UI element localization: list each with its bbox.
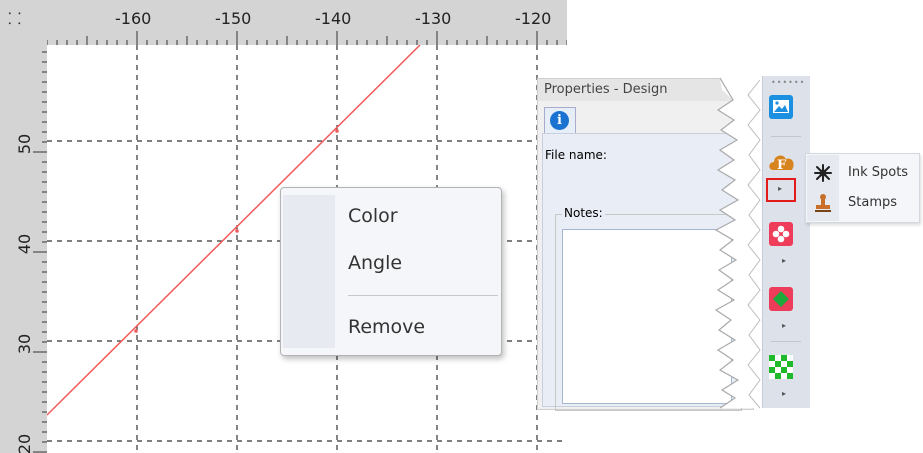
snap-cursor-icon[interactable]: ⸬ bbox=[8, 7, 21, 29]
menu-item-color[interactable]: Color bbox=[348, 205, 398, 227]
expand-arrow-button[interactable]: ▸ bbox=[782, 389, 786, 398]
menu-item-angle[interactable]: Angle bbox=[348, 252, 402, 274]
expand-arrow-button[interactable]: ▸ bbox=[782, 256, 786, 265]
expand-arrow-button-selected[interactable]: ▸ bbox=[766, 178, 796, 202]
guide-intersection-dot bbox=[235, 229, 239, 233]
panel-title: Properties - Design bbox=[544, 82, 668, 97]
menu-separator bbox=[348, 295, 498, 296]
svg-text:F: F bbox=[777, 158, 787, 173]
ruler-label: 20 bbox=[15, 434, 34, 453]
red-flower-icon[interactable] bbox=[768, 221, 794, 247]
ruler-corner[interactable]: ⸬ bbox=[0, 0, 47, 45]
properties-panel: Properties - Design ✕ i File name: Notes… bbox=[537, 78, 754, 411]
ruler-label: 50 bbox=[15, 134, 34, 154]
expand-arrow-button[interactable]: ▸ bbox=[782, 321, 786, 330]
ruler-label: 40 bbox=[15, 234, 34, 254]
toolbar-separator bbox=[771, 341, 801, 342]
toolbar-flyout-menu: Ink Spots Stamps bbox=[805, 153, 920, 223]
properties-title-bar[interactable]: Properties - Design ✕ bbox=[538, 79, 753, 101]
context-menu-gutter bbox=[283, 195, 335, 348]
menu-item-remove[interactable]: Remove bbox=[348, 316, 425, 338]
ruler-label: 30 bbox=[15, 334, 34, 354]
guide-intersection-dot bbox=[134, 329, 138, 333]
ruler-label: -140 bbox=[315, 9, 351, 28]
notes-textarea[interactable] bbox=[562, 229, 732, 404]
close-icon[interactable]: ✕ bbox=[738, 79, 750, 95]
tab-info[interactable]: i bbox=[544, 107, 576, 134]
ink-spots-icon bbox=[814, 164, 832, 182]
horizontal-ruler[interactable]: -160 -150 -140 -130 -120 bbox=[47, 0, 567, 45]
notes-group: Notes: bbox=[555, 206, 742, 411]
green-checker-icon[interactable] bbox=[768, 354, 794, 380]
cloud-f-icon[interactable]: F bbox=[767, 148, 797, 174]
ruler-label: -150 bbox=[215, 9, 251, 28]
vertical-ruler[interactable]: 50 40 30 20 bbox=[0, 45, 47, 453]
file-name-label: File name: bbox=[545, 148, 607, 162]
context-menu: Color Angle Remove bbox=[280, 187, 502, 356]
toolbar-separator bbox=[771, 136, 801, 137]
flyout-item-ink-spots[interactable]: Ink Spots bbox=[848, 165, 908, 180]
stamp-icon bbox=[815, 194, 831, 212]
info-icon: i bbox=[550, 111, 569, 130]
ruler-label: -160 bbox=[115, 9, 151, 28]
design-toolbar: •••••• F ▸ ▸ ▸ ▸ bbox=[762, 76, 810, 408]
guide-intersection-dot bbox=[335, 129, 339, 133]
properties-body: File name: Notes: bbox=[542, 133, 750, 411]
green-diamond-icon[interactable] bbox=[768, 286, 794, 312]
toolbar-grip[interactable]: •••••• bbox=[771, 78, 805, 87]
image-icon[interactable] bbox=[768, 94, 794, 120]
ruler-label: -130 bbox=[415, 9, 451, 28]
ruler-label: -120 bbox=[515, 9, 551, 28]
flyout-item-stamps[interactable]: Stamps bbox=[848, 195, 897, 210]
notes-label: Notes: bbox=[562, 206, 605, 220]
